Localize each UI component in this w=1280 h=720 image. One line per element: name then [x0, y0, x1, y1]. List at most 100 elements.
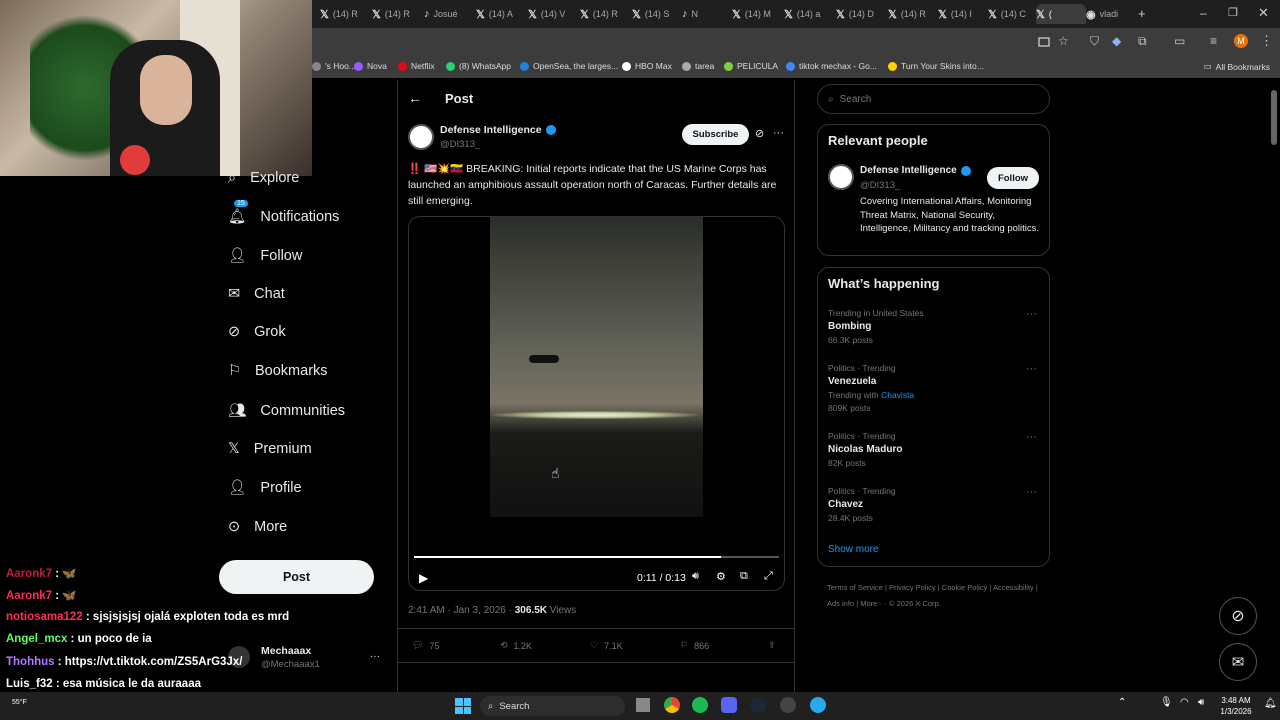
play-icon[interactable]: ▶	[419, 571, 428, 585]
nav-grok[interactable]: ⊘ Grok	[228, 324, 286, 340]
wifi-icon[interactable]: ◠	[1180, 697, 1189, 708]
chrome-icon[interactable]	[664, 697, 680, 713]
grok-explain-icon[interactable]: ⊘	[755, 127, 764, 140]
bookmark-item[interactable]: OpenSea, the larges...	[520, 61, 618, 71]
messages-float-button[interactable]: ✉︎	[1219, 643, 1257, 681]
video-player[interactable]: ☝︎ ▶ 0:11 / 0:13 🔊︎ ⚙︎ ⧉ ⤢	[408, 216, 785, 591]
nav-explore[interactable]: ⌕ Explore	[228, 170, 299, 186]
cast-icon[interactable]	[1038, 36, 1050, 48]
like-action[interactable]: ♡ 7.1K	[590, 640, 623, 651]
nav-communities[interactable]: 👥︎ Communities	[228, 402, 345, 420]
nav-notifications[interactable]: 🔔︎ 15 Notifications	[228, 200, 339, 225]
account-more-icon[interactable]: ···	[370, 651, 380, 662]
browser-tab[interactable]: 𝕏 (14) a	[784, 4, 834, 24]
taskbar-search[interactable]: ⌕ Search	[480, 696, 625, 716]
windows-start-icon[interactable]	[455, 698, 471, 714]
post-more-icon[interactable]: ···	[773, 127, 784, 139]
bookmark-item[interactable]: (8) WhatsApp	[446, 61, 511, 71]
volume-icon[interactable]: 🔊︎	[692, 570, 699, 583]
footer-link[interactable]: Privacy Policy	[889, 583, 936, 592]
trend-item[interactable]: Politics · Trending Chavez 28.4K posts	[828, 486, 896, 523]
bookmark-item[interactable]: tarea	[682, 61, 714, 71]
browser-tab[interactable]: ♪ Josué	[424, 4, 474, 24]
author-avatar[interactable]	[408, 124, 434, 150]
browser-tab[interactable]: 𝕏 (14) R	[580, 4, 630, 24]
telegram-icon[interactable]	[810, 697, 826, 713]
footer-link[interactable]: Accessibility	[993, 583, 1034, 592]
bookmark-item[interactable]: tiktok mechax - Go...	[786, 61, 877, 71]
puzzle-icon[interactable]: ⧉	[1138, 34, 1147, 49]
show-more-link[interactable]: Show more	[828, 544, 879, 555]
post-button[interactable]: Post	[219, 560, 374, 594]
footer-link[interactable]: Terms of Service	[827, 583, 883, 592]
browser-tab[interactable]: 𝕏 (14) D	[836, 4, 886, 24]
close-window-icon[interactable]: ✕	[1258, 5, 1269, 21]
nav-chat[interactable]: ✉︎ Chat	[228, 286, 285, 302]
browser-address-bar[interactable]: ☆ ⛉ ◆ ⧉ ▭ ≡ M ⋮	[312, 28, 1280, 56]
browser-tab[interactable]: 𝕏 (14) R	[320, 4, 370, 24]
microphone-icon[interactable]: 🎙︎	[1160, 697, 1173, 708]
nav-more[interactable]: ⊙ More	[228, 519, 287, 535]
nav-follow[interactable]: 👤︎ Follow	[228, 247, 302, 265]
file-explorer-icon[interactable]	[636, 698, 650, 712]
bookmark-item[interactable]: 's Hoo...	[312, 61, 356, 71]
trend-more-icon[interactable]: ···	[1026, 486, 1037, 498]
spotify-icon[interactable]	[692, 697, 708, 713]
subscribe-button[interactable]: Subscribe	[682, 124, 749, 145]
app-icon[interactable]	[780, 697, 796, 713]
extension-icon[interactable]: ◆	[1112, 34, 1121, 48]
video-progress-track[interactable]	[414, 556, 779, 558]
browser-tab[interactable]: 𝕏 (14) I	[938, 4, 988, 24]
author-name-row[interactable]: Defense Intelligence	[440, 124, 556, 136]
browser-tab[interactable]: ♪ N	[682, 4, 732, 24]
browser-tab[interactable]: 𝕏 (14) M	[732, 4, 782, 24]
volume-icon[interactable]: 🔊︎	[1198, 697, 1204, 708]
trend-item[interactable]: Politics · Trending Venezuela Trending w…	[828, 363, 914, 413]
footer-link[interactable]: Cookie Policy	[942, 583, 987, 592]
all-bookmarks[interactable]: ▭ All Bookmarks	[1204, 61, 1270, 72]
trend-item[interactable]: Politics · Trending Nicolas Maduro 82K p…	[828, 431, 902, 468]
search-input[interactable]: ⌕ Search	[817, 84, 1050, 114]
trend-more-icon[interactable]: ···	[1026, 431, 1037, 443]
browser-tab[interactable]: ◉ vladi	[1086, 4, 1136, 24]
bookmark-item[interactable]: HBO Max	[622, 61, 672, 71]
trend-with-link[interactable]: Chavista	[881, 390, 914, 400]
bookmark-item[interactable]: Turn Your Skins into...	[888, 61, 984, 71]
person-name-row[interactable]: Defense Intelligence	[860, 165, 971, 176]
star-icon[interactable]: ☆	[1058, 34, 1069, 48]
discord-icon[interactable]	[721, 697, 737, 713]
profile-avatar[interactable]: M	[1234, 34, 1248, 48]
back-arrow-icon[interactable]: ←	[408, 90, 422, 106]
pip-icon[interactable]: ⧉	[740, 570, 748, 583]
kebab-menu-icon[interactable]: ⋮	[1260, 33, 1273, 49]
settings-icon[interactable]: ⚙︎	[716, 570, 726, 583]
footer-link[interactable]: Ads info	[827, 599, 854, 608]
trend-more-icon[interactable]: ···	[1026, 363, 1037, 375]
trend-item[interactable]: Trending in United States Bombing 66.3K …	[828, 308, 924, 345]
clock[interactable]: 3:48 AM 1/3/2026	[1212, 695, 1260, 717]
person-avatar[interactable]	[828, 164, 854, 190]
reply-action[interactable]: 💬︎ 75	[412, 640, 439, 651]
new-tab-icon[interactable]: +	[1138, 6, 1146, 21]
browser-tab[interactable]: 𝕏 (14) A	[476, 4, 526, 24]
browser-tab[interactable]: 𝕏 (14) C	[988, 4, 1038, 24]
nav-profile[interactable]: 👤︎ Profile	[228, 479, 302, 497]
browser-tab[interactable]: 𝕏 (14) R	[372, 4, 422, 24]
follow-button[interactable]: Follow	[987, 167, 1039, 189]
bookmark-action[interactable]: ⚐ 866	[680, 640, 709, 651]
scrollbar-thumb[interactable]	[1271, 90, 1277, 145]
browser-tab[interactable]: 𝕏 (14) V	[528, 4, 578, 24]
minimize-icon[interactable]: –	[1200, 6, 1207, 20]
shield-extension-icon[interactable]: ⛉	[1090, 34, 1099, 49]
sidepanel-icon[interactable]: ▭	[1174, 34, 1185, 48]
bookmark-item[interactable]: Netflix	[398, 61, 435, 71]
weather-widget[interactable]: 55°F	[12, 699, 27, 706]
media-icon[interactable]: ≡	[1210, 34, 1217, 48]
share-action[interactable]: ⇪	[768, 640, 776, 651]
footer-link[interactable]: More ···	[860, 599, 887, 608]
browser-tab[interactable]: 𝕏(	[1036, 4, 1086, 24]
notification-bell-icon[interactable]: 🔔︎	[1264, 698, 1277, 709]
bookmark-item[interactable]: PELICULA	[724, 61, 778, 71]
bookmark-item[interactable]: Nova	[354, 61, 387, 71]
repost-action[interactable]: ⟲ 1.2K	[500, 640, 532, 651]
